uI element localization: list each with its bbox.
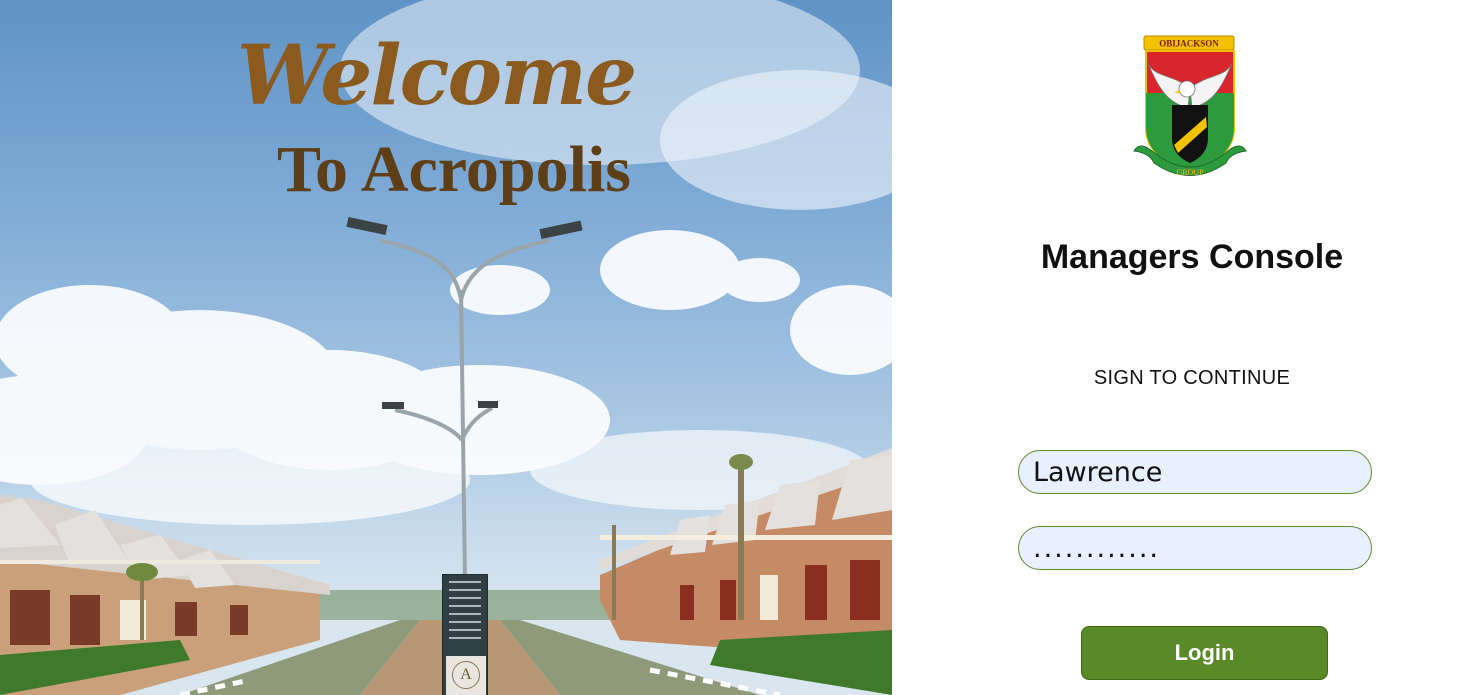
right-hedge — [710, 630, 892, 695]
login-button[interactable]: Login — [1081, 626, 1328, 680]
console-title: Managers Console — [1040, 238, 1344, 276]
eagle-crest-logo: OBIJACKSON GROUP — [1133, 35, 1247, 177]
signboard-letter: A — [452, 661, 480, 689]
username-input[interactable] — [1018, 450, 1372, 494]
welcome-heading: Welcome — [236, 28, 637, 124]
welcome-subheading: To Acropolis — [277, 133, 631, 206]
hero-image: Welcome To Acropolis A — [0, 0, 892, 695]
login-panel: OBIJACKSON GROUP Managers Console SIGN T… — [892, 0, 1472, 695]
crest-bottom-text: GROUP — [1176, 168, 1204, 177]
password-input[interactable] — [1018, 526, 1372, 570]
crest-top-text: OBIJACKSON — [1159, 39, 1219, 49]
sign-in-subtitle: SIGN TO CONTINUE — [1093, 367, 1291, 389]
